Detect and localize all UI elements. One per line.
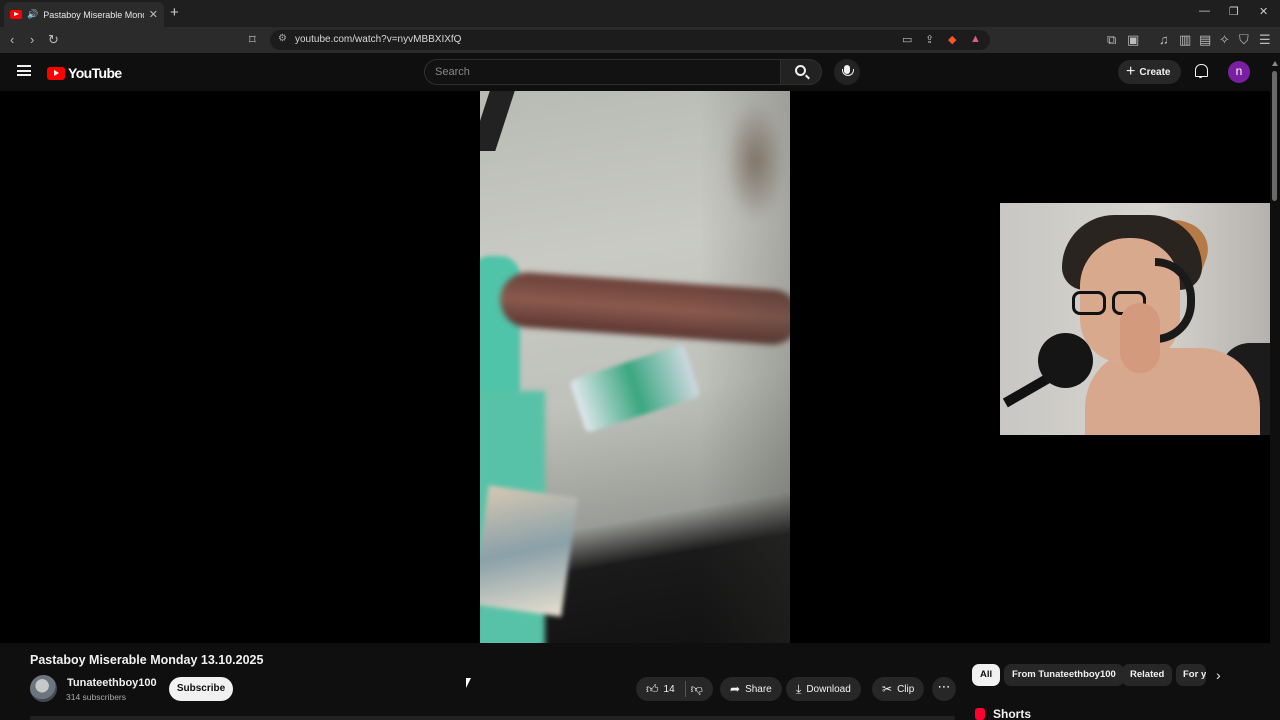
chevron-right-icon[interactable]: › (1216, 667, 1221, 683)
more-actions-icon[interactable]: ⋯ (932, 677, 956, 701)
voice-search-microphone-icon[interactable] (834, 59, 860, 85)
download-icon: ⤓ (796, 682, 802, 696)
scrollbar-thumb[interactable] (1272, 71, 1277, 201)
leo-ai-icon[interactable]: ✧ (1219, 32, 1230, 48)
browser-tab[interactable]: 🔊 Pastaboy Miserable Monday ✕ (4, 2, 164, 27)
channel-name[interactable]: Tunateethboy100 (67, 677, 157, 689)
subscribe-button[interactable]: Subscribe (169, 677, 233, 701)
chip-for-you[interactable]: For you (1176, 664, 1206, 686)
scissors-icon: ✂ (882, 682, 893, 696)
subscriber-count: 314 subscribers (66, 692, 127, 702)
video-package-shape (480, 485, 578, 617)
like-count: 14 (663, 683, 675, 695)
share-arrow-icon: ➦ (730, 682, 741, 696)
speaker-icon[interactable]: 🔊 (27, 9, 38, 20)
window-close-button[interactable]: ✕ (1259, 5, 1268, 18)
download-button[interactable]: ⤓ Download (786, 677, 861, 701)
youtube-favicon-icon (10, 10, 22, 19)
channel-avatar[interactable] (30, 675, 57, 702)
webcam-hand (1120, 303, 1160, 373)
youtube-play-icon (47, 66, 65, 80)
chip-related[interactable]: Related (1122, 664, 1173, 686)
create-label: Create (1139, 66, 1171, 78)
address-bar[interactable]: ⚙ youtube.com/watch?v=nyvMBBXIXfQ ▭ ⇪ ◆ … (270, 30, 990, 50)
page-scrollbar[interactable] (1270, 61, 1280, 720)
create-button[interactable]: + Create (1118, 60, 1181, 84)
account-avatar[interactable]: n (1228, 61, 1250, 83)
video-card-shape (569, 343, 701, 434)
description-box-edge (30, 716, 955, 720)
chip-from-channel[interactable]: From Tunateethboy100 (1004, 664, 1124, 686)
download-label: Download (806, 683, 851, 695)
forward-arrow-icon[interactable]: › (30, 32, 34, 48)
browser-toolbar: ‹ › ↻ ⌑ ⚙ youtube.com/watch?v=nyvMBBXIXf… (0, 27, 1280, 53)
tab-close-icon[interactable]: ✕ (149, 8, 158, 21)
tab-title: Pastaboy Miserable Monday (43, 9, 144, 20)
notifications-bell-icon[interactable] (1194, 64, 1208, 78)
share-label: Share (745, 683, 772, 695)
new-tab-button[interactable]: + (170, 4, 179, 21)
youtube-masthead: YouTube Search + Create n (0, 53, 1280, 91)
extensions-icon[interactable]: ⧉ (1107, 32, 1116, 48)
webcam-overlay (1000, 203, 1280, 435)
browser-tab-strip: 🔊 Pastaboy Miserable Monday ✕ + — ❐ ✕ (0, 0, 1280, 27)
scroll-up-arrow-icon[interactable] (1272, 61, 1278, 66)
shorts-icon (975, 708, 985, 720)
back-arrow-icon[interactable]: ‹ (10, 32, 14, 48)
brave-rewards-icon[interactable]: ▲ (970, 33, 981, 45)
guide-menu-icon[interactable] (17, 65, 31, 76)
bookmark-icon[interactable]: ⌑ (249, 32, 256, 48)
share-button[interactable]: ➦ Share (720, 677, 782, 701)
chip-all[interactable]: All (972, 664, 1001, 686)
menu-icon[interactable]: ☰ (1259, 32, 1271, 48)
screenshot-icon[interactable]: ▣ (1127, 32, 1139, 48)
media-icon[interactable]: ♫ (1159, 32, 1169, 48)
window-restore-button[interactable]: ❐ (1229, 5, 1239, 18)
mouse-cursor-icon (466, 678, 471, 688)
like-button[interactable]: 👍︎ 14 (646, 681, 686, 697)
video-doorframe-shape (480, 91, 515, 151)
plus-icon: + (1126, 63, 1136, 80)
window-minimize-button[interactable]: — (1199, 5, 1210, 17)
video-shade (700, 91, 790, 643)
wallet-icon[interactable]: ▤ (1199, 32, 1211, 48)
reload-icon[interactable]: ↻ (48, 32, 59, 48)
like-dislike-group: 👍︎ 14 👎︎ (636, 677, 713, 701)
webcam-glasses-left (1072, 291, 1106, 315)
webcam-microphone (1038, 333, 1093, 388)
cast-icon[interactable]: ▭ (902, 33, 912, 46)
search-icon (795, 65, 806, 76)
share-page-icon[interactable]: ⇪ (925, 33, 934, 46)
youtube-logo[interactable]: YouTube (47, 65, 122, 81)
thumbs-up-icon: 👍︎ (646, 682, 659, 696)
shorts-heading: Shorts (993, 707, 1032, 720)
brave-shields-icon[interactable]: ◆ (948, 33, 956, 46)
site-info-icon[interactable]: ⚙ (278, 33, 287, 44)
video-title: Pastaboy Miserable Monday 13.10.2025 (30, 653, 264, 667)
search-button[interactable] (780, 59, 822, 85)
clip-label: Clip (897, 683, 915, 695)
clip-button[interactable]: ✂ Clip (872, 677, 925, 701)
url-text: youtube.com/watch?v=nyvMBBXIXfQ (295, 34, 462, 45)
video-frame[interactable] (480, 91, 790, 643)
logo-text: YouTube (68, 65, 122, 81)
sidebar-icon[interactable]: ▥ (1179, 32, 1191, 48)
search-input[interactable]: Search (424, 59, 781, 85)
vpn-icon[interactable]: ⛉ (1239, 32, 1249, 48)
thumbs-down-icon[interactable]: 👎︎ (691, 683, 703, 695)
